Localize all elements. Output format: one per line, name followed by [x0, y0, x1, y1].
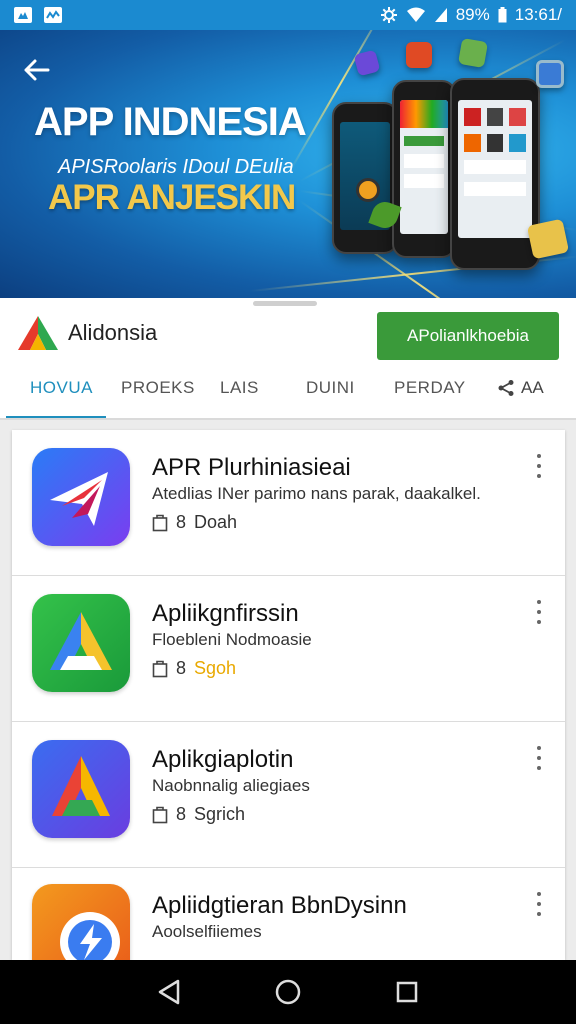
app-title: Apliikgnfirssin	[152, 600, 299, 627]
download-size-icon	[152, 660, 168, 677]
status-bar: 89% 13:61/	[0, 0, 576, 30]
tab-bar: HOVUA PROEKS LAIS DUINI PERDAY AA	[0, 368, 576, 420]
developer-logo-icon	[18, 316, 58, 350]
install-button[interactable]: APolianlkhoebia	[377, 312, 559, 360]
download-size-icon	[152, 514, 168, 531]
share-label: AA	[521, 378, 544, 397]
app-icon-plurhiniasieai	[32, 448, 130, 546]
banner-tagline: APR ANJESKIN	[48, 178, 296, 217]
triangle-back-icon	[159, 979, 180, 1005]
tab-perday[interactable]: PERDAY	[394, 378, 466, 398]
nav-home-button[interactable]	[270, 974, 306, 1010]
app-meta: 8 Sgrich	[152, 804, 245, 825]
tab-duini[interactable]: DUINI	[306, 378, 355, 398]
floating-app-icon	[457, 37, 489, 69]
more-options-button[interactable]	[531, 454, 547, 478]
circle-home-icon	[275, 979, 301, 1005]
banner-subtitle: APISRoolaris IDoul DEulia	[58, 156, 294, 178]
list-item[interactable]: Apliidgtieran BbnDysinn Aoolselfiiemes	[12, 868, 565, 960]
tab-lais[interactable]: LAIS	[220, 378, 259, 398]
battery-icon	[498, 7, 507, 23]
settings-gear-icon	[380, 6, 398, 24]
list-item[interactable]: Apliikgnfirssin Floebleni Nodmoasie 8 Sg…	[12, 576, 565, 722]
more-options-button[interactable]	[531, 746, 547, 770]
app-description: Aoolselfiiemes	[152, 922, 262, 941]
phone-illustration-middle	[392, 80, 456, 258]
activity-icon	[44, 7, 62, 23]
list-item[interactable]: APR Plurhiniasieai Atedlias INer parimo …	[12, 430, 565, 576]
share-button[interactable]: AA	[497, 378, 544, 398]
share-icon	[498, 380, 514, 396]
app-icon-apliidgtieran	[32, 884, 130, 960]
tab-proeks[interactable]: PROEKS	[121, 378, 195, 398]
signal-icon	[434, 7, 448, 23]
app-meta-label: Sgrich	[194, 804, 246, 824]
tab-hovua[interactable]: HOVUA	[30, 378, 93, 398]
app-title: Aplikgiaplotin	[152, 746, 294, 773]
floating-app-icon	[353, 49, 381, 77]
system-navigation-bar	[0, 960, 576, 1024]
developer-name: Alidonsia	[68, 320, 158, 345]
notification-icon	[14, 7, 32, 23]
app-meta: 8 Doah	[152, 512, 237, 533]
wifi-icon	[406, 7, 426, 23]
phone-illustration-left	[332, 102, 398, 254]
nav-recents-button[interactable]	[389, 974, 425, 1010]
app-description: Naobnnalig aliegiaes	[152, 776, 310, 795]
app-meta: 8 Sgoh	[152, 658, 236, 679]
hero-banner: APP INDNESIA APISRoolaris IDoul DEulia A…	[0, 30, 576, 298]
clock: 13:61/	[514, 5, 562, 24]
app-size: 8	[176, 658, 187, 678]
list-item[interactable]: Aplikgiaplotin Naobnnalig aliegiaes 8 Sg…	[12, 722, 565, 868]
app-meta-label: Sgoh	[194, 658, 237, 678]
floating-app-icon	[526, 218, 570, 260]
app-icon-apliikgnfirssin	[32, 594, 130, 692]
phone-illustration-right	[450, 78, 540, 270]
app-list: APR Plurhiniasieai Atedlias INer parimo …	[12, 430, 565, 960]
more-options-button[interactable]	[531, 892, 547, 916]
back-button[interactable]	[18, 52, 54, 88]
developer-header: Alidonsia APolianlkhoebia HOVUA PROEKS L…	[0, 298, 576, 420]
square-recents-icon	[396, 981, 417, 1003]
nav-back-button[interactable]	[151, 974, 187, 1010]
app-size: 8	[176, 804, 187, 824]
battery-level: 89%	[455, 5, 490, 24]
banner-title: APP INDNESIA	[34, 100, 307, 144]
floating-app-icon	[406, 42, 432, 68]
app-description: Floebleni Nodmoasie	[152, 630, 312, 649]
app-title: Apliidgtieran BbnDysinn	[152, 892, 407, 919]
app-meta-label: Doah	[194, 512, 238, 532]
app-size: 8	[176, 512, 187, 532]
app-description: Atedlias INer parimo nans parak, daakalk…	[152, 484, 481, 503]
app-title: APR Plurhiniasieai	[152, 454, 351, 481]
arrow-left-icon	[24, 59, 50, 81]
app-icon-aplikgiaplotin	[32, 740, 130, 838]
more-options-button[interactable]	[531, 600, 547, 624]
download-size-icon	[152, 806, 168, 823]
floating-app-icon	[536, 60, 564, 88]
drag-handle[interactable]	[253, 301, 317, 306]
